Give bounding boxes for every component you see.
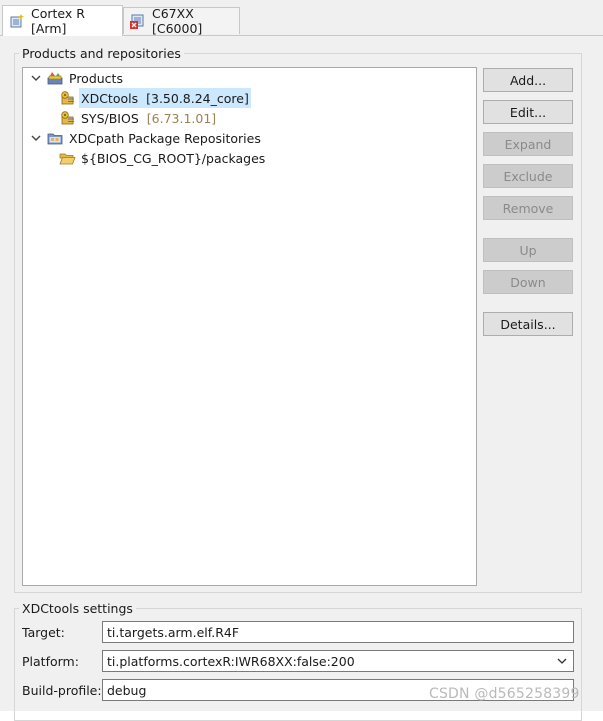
down-button[interactable]: Down	[483, 270, 573, 294]
exclude-button[interactable]: Exclude	[483, 164, 573, 188]
build-profile-label: Build-profile:	[22, 683, 102, 698]
target-field[interactable]: ti.targets.arm.elf.R4F	[102, 621, 574, 643]
add-button[interactable]: Add...	[483, 68, 573, 92]
tree-node-xdctools[interactable]: XDCtools [3.50.8.24_core]	[59, 88, 251, 108]
tab-label: Cortex R [Arm]	[31, 6, 85, 36]
tree-node-repositories[interactable]: XDCpath Package Repositories	[31, 128, 263, 148]
tab-label: C67XX [C6000]	[152, 6, 203, 36]
remove-button[interactable]: Remove	[483, 196, 573, 220]
products-tree[interactable]: Products XDCtools [3.50.8.24_core] SYS/B…	[22, 67, 477, 586]
build-profile-value: debug	[107, 682, 147, 698]
tree-node-label: SYS/BIOS	[81, 110, 139, 126]
chevron-down-icon[interactable]	[31, 73, 41, 83]
target-core-error-icon	[130, 13, 146, 29]
product-version: [6.73.1.01]	[146, 110, 217, 126]
products-folder-icon	[47, 70, 64, 86]
open-folder-icon	[59, 150, 76, 166]
tab-c67xx[interactable]: C67XX [C6000]	[123, 6, 240, 36]
tab-cortex-r[interactable]: Cortex R [Arm]	[2, 5, 123, 36]
group-title: Products and repositories	[22, 46, 181, 61]
tree-node-label: XDCpath Package Repositories	[69, 130, 261, 146]
details-button[interactable]: Details...	[483, 312, 573, 336]
chevron-down-icon[interactable]	[557, 656, 567, 666]
tree-node-label: Products	[69, 70, 123, 86]
tree-node-label: ${BIOS_CG_ROOT}/packages	[81, 150, 266, 166]
package-product-icon	[59, 90, 76, 106]
expand-button[interactable]: Expand	[483, 132, 573, 156]
platform-combo[interactable]: ti.platforms.cortexR:IWR68XX:false:200	[102, 650, 574, 672]
platform-label: Platform:	[22, 654, 79, 669]
chevron-down-icon[interactable]	[31, 133, 41, 143]
repository-folder-icon	[47, 130, 64, 146]
tree-node-products[interactable]: Products	[31, 68, 125, 88]
target-value: ti.targets.arm.elf.R4F	[107, 624, 240, 640]
package-product-icon	[59, 110, 76, 126]
platform-value: ti.platforms.cortexR:IWR68XX:false:200	[107, 653, 355, 669]
group-title: XDCtools settings	[22, 601, 133, 616]
tree-node-label: XDCtools	[81, 90, 139, 106]
up-button[interactable]: Up	[483, 238, 573, 262]
target-tab-bar: Cortex R [Arm] C67XX [C6000]	[0, 0, 603, 36]
tree-node-repo-path[interactable]: ${BIOS_CG_ROOT}/packages	[59, 148, 267, 168]
target-core-icon	[9, 13, 25, 29]
product-version: [3.50.8.24_core]	[146, 90, 249, 106]
tree-node-sysbios[interactable]: SYS/BIOS [6.73.1.01]	[59, 108, 218, 128]
target-label: Target:	[22, 625, 65, 640]
edit-button[interactable]: Edit...	[483, 100, 573, 124]
watermark-text: CSDN @d565258399	[429, 686, 580, 702]
